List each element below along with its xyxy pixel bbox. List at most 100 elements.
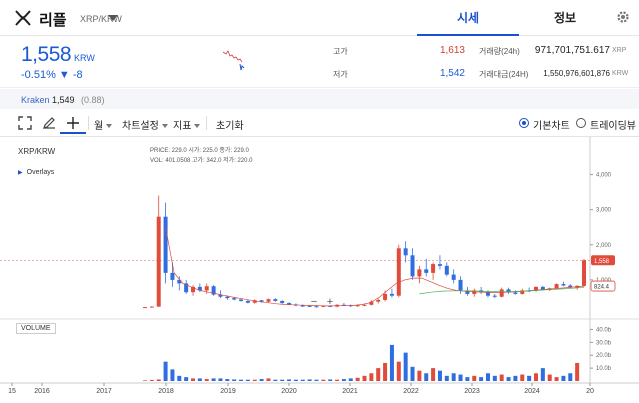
crosshair-icon[interactable] — [65, 115, 81, 131]
volume-bar — [513, 375, 518, 381]
tab-info[interactable]: 정보 — [520, 0, 610, 36]
volume-bar — [444, 375, 449, 381]
candle-body — [149, 306, 154, 308]
tab-quote[interactable]: 시세 — [417, 0, 519, 36]
volume-bar — [506, 377, 511, 381]
candle-body — [403, 248, 408, 256]
volume-bar — [575, 362, 580, 381]
radio-tradingview[interactable] — [576, 118, 586, 128]
volume-bar — [396, 361, 401, 381]
volume-bar — [266, 378, 271, 381]
gear-icon[interactable] — [615, 9, 631, 25]
high-value: 1,613 — [439, 45, 465, 56]
volume-bar — [554, 377, 559, 381]
amount-24h-unit: KRW — [612, 70, 629, 77]
ma-badge-label: 824.4 — [594, 285, 610, 291]
amount-24h-value: 1,550,976,601,876 — [543, 69, 610, 78]
candle-body — [582, 260, 586, 286]
volume-bar — [465, 377, 470, 381]
volume-bar — [177, 375, 182, 381]
candle-body — [389, 293, 394, 296]
indicators-label: 지표 — [173, 121, 192, 132]
toolbar-divider — [206, 116, 207, 130]
candle-body — [499, 289, 504, 297]
candle-body — [280, 300, 285, 304]
sparkline — [222, 50, 245, 71]
volume-bar — [547, 374, 552, 381]
volume-bar — [280, 379, 285, 381]
volume-bar — [389, 344, 394, 381]
price-chart[interactable]: 4,0003,0002,0001,0001,558824.440.0b30.0b… — [0, 136, 639, 402]
volume-bar — [328, 379, 333, 381]
fullscreen-icon[interactable] — [17, 115, 33, 131]
price-tick-label: 4,000 — [596, 173, 612, 179]
volume-bar — [355, 377, 360, 381]
indicators-select[interactable]: 지표 — [173, 117, 201, 132]
volume-bar — [218, 378, 223, 381]
volume-bar — [383, 362, 388, 381]
chevron-down-icon[interactable] — [108, 15, 118, 21]
volume-24h-value: 971,701,751.617 — [534, 45, 610, 56]
ma-line-red — [165, 227, 585, 307]
volume-bar — [540, 368, 545, 381]
chart-settings-label: 차트설정 — [122, 121, 159, 132]
volume-bar — [533, 373, 538, 381]
pencil-icon[interactable] — [41, 115, 57, 131]
overlays-toggle[interactable]: Overlays — [18, 169, 55, 176]
volume-bar — [568, 373, 573, 381]
exchange-price: 1,549 — [52, 95, 75, 105]
candle-body — [143, 307, 147, 309]
candle-body — [561, 284, 566, 286]
volume-bar — [170, 369, 175, 381]
current-price: 1,558 — [21, 43, 72, 66]
zoom-out-button[interactable]: − — [308, 297, 320, 309]
candle-body — [170, 272, 175, 280]
candle-body — [431, 264, 436, 273]
time-tick-label: 20 — [586, 388, 594, 395]
volume-bar — [479, 377, 484, 381]
chevron-down-icon — [194, 124, 201, 129]
exchange-row[interactable]: Kraken 1,549 (0.88) — [0, 89, 639, 109]
candle-body — [204, 286, 209, 291]
volume-bar — [485, 373, 490, 381]
volume-tick-label: 10.0b — [596, 366, 612, 372]
chart-toolbar: 월 차트설정 지표 초기화 기본차트 트레이딩뷰 — [0, 112, 639, 134]
volume-bar — [499, 374, 504, 381]
volume-bar — [191, 378, 196, 381]
candle-body — [451, 274, 456, 280]
time-tick-label: 2016 — [34, 388, 50, 395]
price-change: -0.51% ▼ -8 — [21, 69, 83, 81]
volume-bar — [403, 352, 408, 381]
ohlc-line-1: PRICE: 229.0 시가: 225.0 종가: 229.0 — [150, 148, 249, 154]
volume-tick-label: 20.0b — [596, 353, 612, 359]
chart-canvas[interactable]: 4,0003,0002,0001,0001,558824.440.0b30.0b… — [0, 137, 639, 403]
volume-bar — [561, 375, 566, 381]
zoom-in-button[interactable]: + — [324, 297, 336, 309]
period-select[interactable]: 월 — [94, 117, 113, 132]
radio-basic-chart[interactable] — [519, 118, 529, 128]
volume-bar — [273, 379, 278, 381]
volume-bar — [163, 361, 168, 381]
price-unit: KRW — [74, 53, 95, 63]
current-price-badge-label: 1,558 — [594, 259, 610, 265]
candle-body — [245, 300, 250, 303]
time-tick-label: 2020 — [281, 388, 297, 395]
time-tick-label: 2024 — [524, 388, 540, 395]
volume-bar — [293, 379, 298, 381]
volume-bar — [335, 379, 340, 381]
candle-body — [383, 293, 388, 300]
exchange-diff: (0.88) — [81, 95, 105, 105]
volume-bar — [307, 379, 312, 381]
volume-tick-label: 40.0b — [596, 327, 612, 333]
candle-body — [266, 299, 271, 302]
candle-body — [273, 299, 278, 301]
volume-pane-label: VOLUME — [16, 323, 56, 334]
volume-bar — [143, 380, 147, 381]
chart-settings-select[interactable]: 차트설정 — [122, 117, 168, 132]
reset-button[interactable]: 초기화 — [216, 117, 244, 132]
volume-bar — [232, 379, 237, 381]
candle-body — [437, 264, 442, 266]
time-tick-label: 15 — [8, 388, 16, 395]
volume-bar — [211, 378, 216, 381]
price-tick-label: 3,000 — [596, 208, 612, 214]
